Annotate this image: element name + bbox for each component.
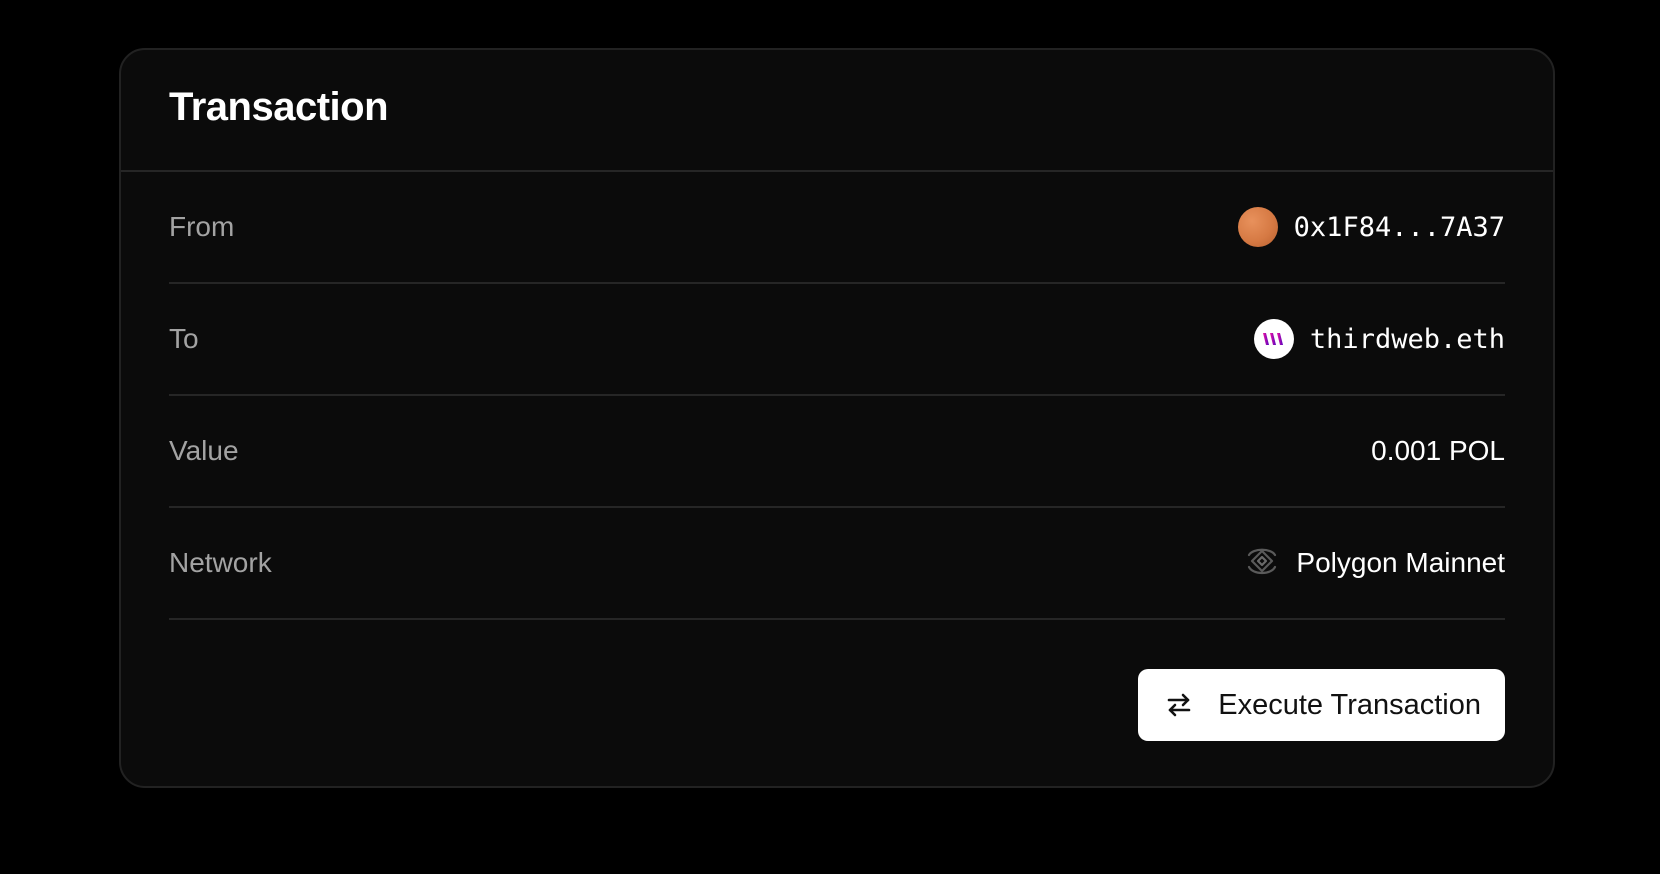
- to-value-group: thirdweb.eth: [1253, 319, 1505, 359]
- card-title: Transaction: [169, 84, 389, 129]
- to-label: To: [169, 323, 199, 354]
- network-value-group: Polygon Mainnet: [1244, 545, 1505, 581]
- to-address[interactable]: thirdweb.eth: [1310, 324, 1505, 355]
- transaction-card: Transaction From 0x1F84...7A37 To thirdw…: [119, 48, 1555, 788]
- thirdweb-logo-icon: [1253, 319, 1294, 359]
- from-label: From: [169, 211, 235, 242]
- card-header: Transaction: [121, 50, 1553, 172]
- orange-avatar-icon: [1237, 207, 1278, 247]
- row-to: To thirdweb.eth: [169, 284, 1505, 396]
- row-value: Value 0.001 POL: [169, 396, 1505, 508]
- network-name: Polygon Mainnet: [1296, 547, 1505, 578]
- row-from: From 0x1F84...7A37: [169, 172, 1505, 284]
- execute-button-label: Execute Transaction: [1218, 688, 1481, 721]
- from-value-group: 0x1F84...7A37: [1237, 207, 1505, 247]
- value-amount: 0.001 POL: [1371, 435, 1505, 466]
- value-label: Value: [169, 435, 239, 466]
- value-group: 0.001 POL: [1371, 435, 1505, 467]
- from-address[interactable]: 0x1F84...7A37: [1294, 212, 1505, 243]
- polygon-network-icon: [1244, 545, 1280, 581]
- network-label: Network: [169, 547, 272, 578]
- transaction-details: From 0x1F84...7A37 To thirdweb.eth Value…: [169, 172, 1505, 620]
- row-network: Network Polygon Mainnet: [169, 508, 1505, 620]
- execute-transaction-button[interactable]: Execute Transaction: [1138, 669, 1505, 741]
- card-actions: Execute Transaction: [1138, 669, 1505, 741]
- swap-arrows-icon: [1164, 690, 1194, 720]
